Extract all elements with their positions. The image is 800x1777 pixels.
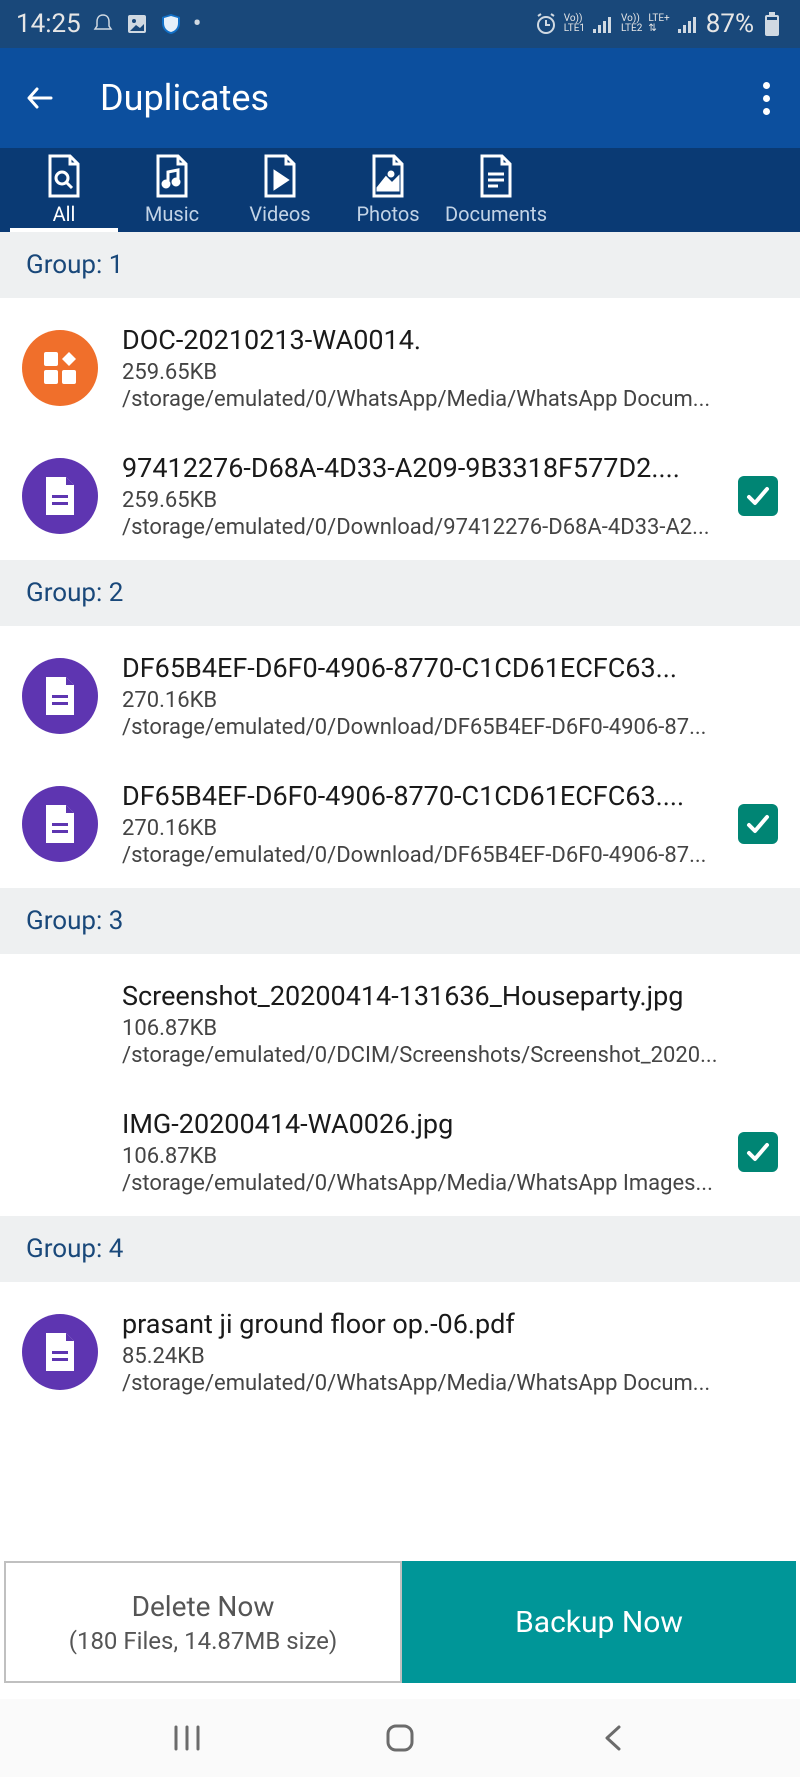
file-name: IMG-20200414-WA0026.jpg: [122, 1108, 732, 1140]
list-item[interactable]: DF65B4EF-D6F0-4906-8770-C1CD61ECFC63... …: [0, 626, 800, 760]
delete-sublabel: (180 Files, 14.87MB size): [69, 1627, 338, 1655]
file-size: 106.87KB: [122, 1016, 778, 1041]
file-name: DOC-20210213-WA0014.: [122, 324, 778, 356]
tab-label: Music: [145, 202, 199, 226]
app-title: Duplicates: [100, 77, 269, 119]
tab-photos[interactable]: Photos: [334, 152, 442, 232]
status-right: Vo))LTE1 Vo))LTE2 LTE+⇅ 87%: [534, 9, 784, 39]
list-item[interactable]: prasant ji ground floor op.-06.pdf 85.24…: [0, 1282, 800, 1416]
file-path: /storage/emulated/0/Download/97412276-D6…: [122, 515, 732, 540]
tab-label: All: [53, 202, 76, 226]
file-thumbnail: [22, 986, 98, 1062]
music-doc-icon: [148, 152, 196, 200]
file-name: prasant ji ground floor op.-06.pdf: [122, 1308, 778, 1340]
search-doc-icon: [40, 152, 88, 200]
file-size: 85.24KB: [122, 1344, 778, 1369]
file-path: /storage/emulated/0/Download/DF65B4EF-D6…: [122, 715, 778, 740]
alarm-icon: [534, 12, 558, 36]
status-time: 14:25: [16, 9, 81, 39]
file-name: DF65B4EF-D6F0-4906-8770-C1CD61ECFC63....: [122, 780, 732, 812]
file-thumbnail: [22, 1114, 98, 1190]
file-size: 259.65KB: [122, 488, 732, 513]
file-path: /storage/emulated/0/WhatsApp/Media/Whats…: [122, 1371, 778, 1396]
file-type-icon: [22, 658, 98, 734]
list-item[interactable]: IMG-20200414-WA0026.jpg 106.87KB /storag…: [0, 1088, 800, 1216]
list-item[interactable]: DF65B4EF-D6F0-4906-8770-C1CD61ECFC63....…: [0, 760, 800, 888]
tab-all[interactable]: All: [10, 152, 118, 232]
file-size: 106.87KB: [122, 1144, 732, 1169]
file-path: /storage/emulated/0/Download/DF65B4EF-D6…: [122, 843, 732, 868]
file-name: DF65B4EF-D6F0-4906-8770-C1CD61ECFC63...: [122, 652, 778, 684]
category-tabs: All Music Videos Photos Documents: [0, 148, 800, 232]
group-header: Group: 4: [0, 1216, 800, 1282]
file-path: /storage/emulated/0/WhatsApp/Media/Whats…: [122, 387, 778, 412]
backup-now-button[interactable]: Backup Now: [402, 1561, 796, 1683]
file-size: 270.16KB: [122, 816, 732, 841]
battery-icon: [760, 12, 784, 36]
list-item[interactable]: 97412276-D68A-4D33-A209-9B3318F577D2....…: [0, 432, 800, 560]
document-doc-icon: [472, 152, 520, 200]
tab-label: Documents: [445, 202, 547, 226]
list-item[interactable]: Screenshot_20200414-131636_Houseparty.jp…: [0, 954, 800, 1088]
system-nav-bar: [0, 1699, 800, 1777]
notification-icon: [91, 12, 115, 36]
list-item[interactable]: DOC-20210213-WA0014. 259.65KB /storage/e…: [0, 298, 800, 432]
signal2-icon: [676, 12, 700, 36]
select-checkbox[interactable]: [738, 476, 778, 516]
file-size: 270.16KB: [122, 688, 778, 713]
overflow-menu-button[interactable]: [753, 72, 780, 125]
photo-doc-icon: [364, 152, 412, 200]
more-notifications-dot: •: [193, 9, 202, 39]
back-nav-button[interactable]: [593, 1718, 633, 1758]
app-bar: Duplicates: [0, 48, 800, 148]
file-path: /storage/emulated/0/WhatsApp/Media/Whats…: [122, 1171, 732, 1196]
group-header: Group: 3: [0, 888, 800, 954]
image-icon: [125, 12, 149, 36]
delete-now-button[interactable]: Delete Now (180 Files, 14.87MB size): [4, 1561, 402, 1683]
file-list[interactable]: Group: 1 DOC-20210213-WA0014. 259.65KB /…: [0, 232, 800, 1557]
signal1-icon: [591, 12, 615, 36]
tab-documents[interactable]: Documents: [442, 152, 550, 232]
recents-button[interactable]: [167, 1718, 207, 1758]
backup-label: Backup Now: [515, 1605, 683, 1640]
file-type-icon: [22, 786, 98, 862]
app-notification-icon: [159, 12, 183, 36]
tab-label: Videos: [249, 202, 310, 226]
video-doc-icon: [256, 152, 304, 200]
file-type-icon: [22, 1314, 98, 1390]
tab-music[interactable]: Music: [118, 152, 226, 232]
bottom-action-bar: Delete Now (180 Files, 14.87MB size) Bac…: [4, 1561, 796, 1683]
status-left: 14:25 •: [16, 9, 202, 39]
file-size: 259.65KB: [122, 360, 778, 385]
file-path: /storage/emulated/0/DCIM/Screenshots/Scr…: [122, 1043, 778, 1068]
group-header: Group: 1: [0, 232, 800, 298]
home-button[interactable]: [380, 1718, 420, 1758]
file-name: Screenshot_20200414-131636_Houseparty.jp…: [122, 980, 778, 1012]
back-button[interactable]: [20, 78, 60, 118]
sim2-label: Vo))LTE2: [621, 14, 642, 34]
battery-percent: 87%: [706, 9, 754, 39]
file-name: 97412276-D68A-4D33-A209-9B3318F577D2....: [122, 452, 732, 484]
lte-plus: LTE+⇅: [648, 14, 669, 34]
group-header: Group: 2: [0, 560, 800, 626]
file-type-icon: [22, 458, 98, 534]
tab-label: Photos: [356, 202, 419, 226]
delete-label: Delete Now: [132, 1590, 275, 1623]
select-checkbox[interactable]: [738, 1132, 778, 1172]
file-type-icon: [22, 330, 98, 406]
tab-videos[interactable]: Videos: [226, 152, 334, 232]
status-bar: 14:25 • Vo))LTE1 Vo))LTE2 LTE+⇅ 87%: [0, 0, 800, 48]
sim1-label: Vo))LTE1: [564, 14, 585, 34]
select-checkbox[interactable]: [738, 804, 778, 844]
